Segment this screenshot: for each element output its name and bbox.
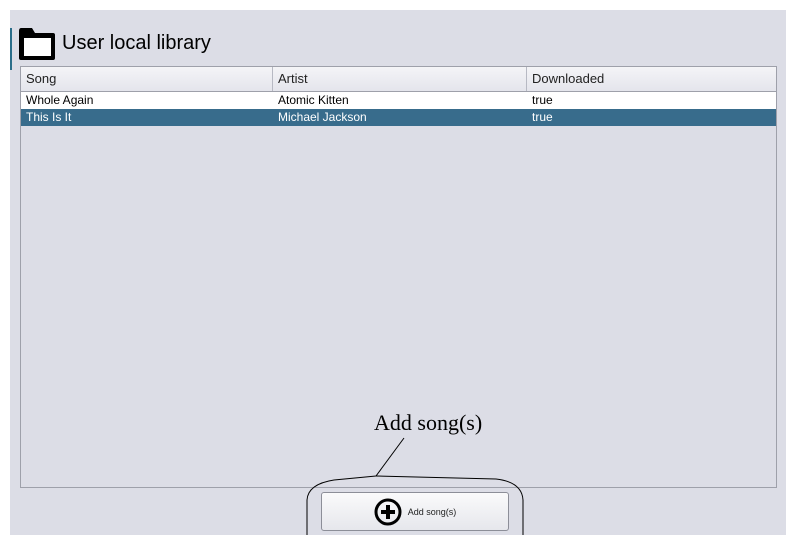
annotation-label: Add song(s) — [374, 410, 483, 435]
table-header: Song Artist Downloaded — [21, 67, 776, 92]
table-row[interactable]: Whole Again Atomic Kitten true — [21, 92, 776, 109]
window-edge — [10, 28, 12, 70]
cell-downloaded: true — [532, 93, 553, 107]
column-header-song[interactable]: Song — [21, 67, 273, 91]
library-title: User local library — [62, 31, 211, 54]
column-header-artist[interactable]: Artist — [273, 67, 527, 91]
cell-downloaded: true — [532, 110, 553, 124]
folder-icon — [19, 28, 55, 60]
table-row-selected[interactable]: This Is It Michael Jackson true — [21, 109, 776, 126]
cell-artist: Michael Jackson — [278, 110, 367, 124]
plus-circle-icon — [374, 498, 402, 525]
column-header-downloaded[interactable]: Downloaded — [527, 67, 776, 91]
cell-song: Whole Again — [26, 93, 94, 107]
add-songs-label: Add song(s) — [407, 506, 457, 517]
cell-artist: Atomic Kitten — [278, 93, 349, 107]
library-header: User local library — [16, 22, 211, 62]
cell-song: This Is It — [26, 110, 72, 124]
add-songs-button[interactable]: Add song(s) — [321, 492, 509, 531]
